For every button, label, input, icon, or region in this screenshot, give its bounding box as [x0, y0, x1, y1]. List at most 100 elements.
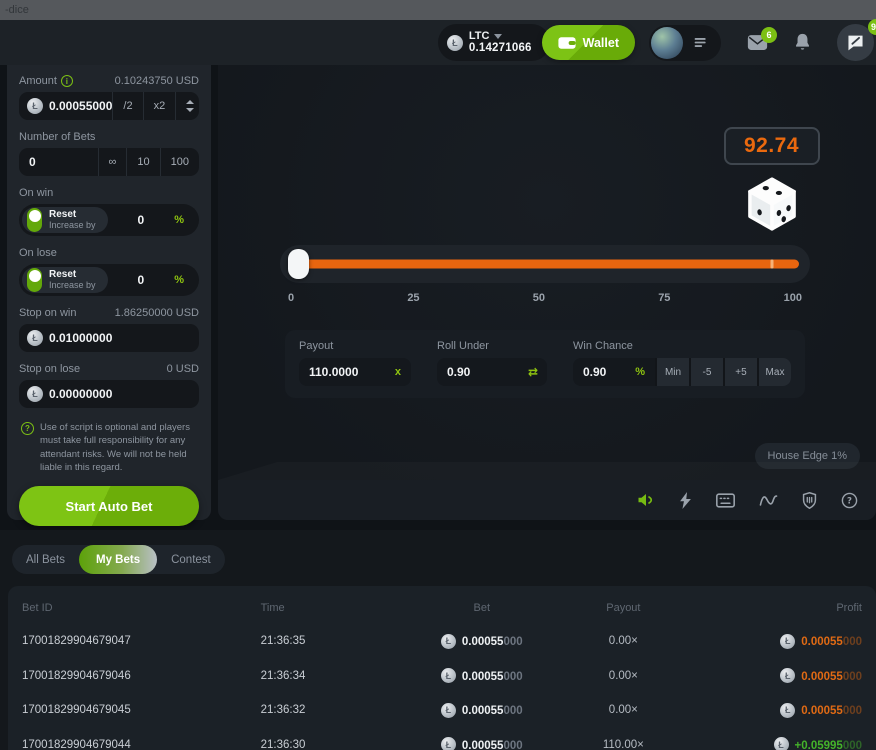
amount-stepper[interactable]: [175, 92, 204, 120]
live-stats-button[interactable]: [759, 493, 778, 508]
stop-lose-value: 0.00000000: [49, 387, 199, 401]
lightning-icon: [679, 492, 692, 509]
currency-selector[interactable]: LTC 0.14271066: [438, 24, 550, 61]
dice-wrap: [744, 175, 800, 238]
ltc-coin-icon: [780, 634, 795, 649]
amount-input[interactable]: 0.00055000 /2 x2: [19, 92, 199, 120]
dice-game-panel: 92.74: [218, 65, 876, 520]
sound-toggle-button[interactable]: [637, 492, 655, 508]
double-amount-button[interactable]: x2: [143, 92, 176, 120]
on-win-value[interactable]: 0: [108, 213, 175, 227]
tab-all-bets[interactable]: All Bets: [12, 545, 79, 574]
stop-on-win-field: Stop on win 1.86250000 USD 0.01000000: [19, 307, 199, 352]
toolbar-shade: [218, 462, 876, 480]
tick-100: 100: [784, 292, 802, 304]
win-chance-value-area[interactable]: 0.90 %: [573, 358, 655, 386]
chance-plus5-button[interactable]: +5: [723, 358, 757, 386]
stop-on-win-input[interactable]: 0.01000000: [19, 324, 199, 352]
on-lose-field: On lose Reset Increase by 0 %: [19, 247, 199, 296]
toggle-icon: [27, 268, 42, 292]
col-bet-id: Bet ID: [22, 602, 261, 614]
ltc-coin-icon: [780, 703, 795, 718]
swap-over-under-icon[interactable]: ⇄: [528, 365, 547, 379]
step-up-icon: [186, 100, 194, 104]
window-titlebar: -dice: [0, 0, 876, 20]
wallet-balance: 0.14271066: [469, 42, 532, 55]
ten-bets-button[interactable]: 10: [126, 148, 159, 176]
roll-under-input[interactable]: 0.90 ⇄: [437, 358, 547, 386]
infinity-bets-button[interactable]: ∞: [98, 148, 127, 176]
ltc-coin-icon: [27, 98, 43, 114]
payout-multiplier-suffix: x: [395, 366, 411, 378]
chance-max-button[interactable]: Max: [757, 358, 791, 386]
list-icon: [692, 34, 709, 51]
ltc-coin-icon: [441, 737, 456, 750]
on-win-percent: %: [174, 214, 184, 226]
slider-ticks: 0 25 50 75 100: [280, 292, 810, 304]
on-win-mode-toggle[interactable]: Reset Increase by: [22, 207, 108, 233]
ltc-coin-icon: [441, 634, 456, 649]
tick-75: 75: [658, 292, 670, 304]
bet-profit: 0.00055000: [703, 632, 862, 650]
table-row[interactable]: 17001829904679047 21:36:35 0.00055000 0.…: [8, 624, 876, 659]
messages-button[interactable]: 6: [747, 34, 768, 51]
chat-button[interactable]: 99: [837, 24, 874, 61]
table-row[interactable]: 17001829904679045 21:36:32 0.00055000 0.…: [8, 693, 876, 728]
amount-value: 0.00055000: [49, 99, 112, 113]
svg-text:?: ?: [847, 496, 852, 506]
avatar[interactable]: [651, 27, 683, 59]
number-of-bets-input[interactable]: 0 ∞ 10 100: [19, 148, 199, 176]
amount-label-row: Amount: [19, 75, 73, 87]
trends-wave-icon: [759, 493, 778, 508]
table-row[interactable]: 17001829904679044 21:36:30 0.00055000 11…: [8, 728, 876, 750]
turbo-bet-button[interactable]: [679, 492, 692, 509]
bell-icon: [794, 33, 811, 52]
amount-field: Amount 0.10243750 USD 0.00055000 /2 x2: [19, 75, 199, 120]
help-icon: ?: [841, 492, 858, 509]
on-lose-percent: %: [174, 274, 184, 286]
ltc-coin-icon: [780, 668, 795, 683]
roll-slider-track[interactable]: [280, 245, 810, 283]
currency-info: LTC 0.14271066: [469, 30, 532, 55]
wallet-icon: [558, 36, 576, 50]
bet-time: 21:36:35: [261, 635, 420, 647]
info-icon[interactable]: [61, 75, 73, 87]
tab-contest[interactable]: Contest: [157, 545, 225, 574]
start-auto-bet-button[interactable]: Start Auto Bet: [19, 486, 199, 526]
on-lose-value[interactable]: 0: [108, 273, 175, 287]
chance-min-button[interactable]: Min: [655, 358, 689, 386]
on-lose-label: On lose: [19, 247, 57, 259]
table-row[interactable]: 17001829904679046 21:36:34 0.00055000 0.…: [8, 659, 876, 694]
bet-list-button[interactable]: [692, 34, 709, 51]
half-amount-button[interactable]: /2: [112, 92, 142, 120]
payout-label: Payout: [299, 340, 411, 352]
slider-area: 92.74: [280, 245, 810, 304]
on-lose-mode-toggle[interactable]: Reset Increase by: [22, 267, 108, 293]
chance-minus5-button[interactable]: -5: [689, 358, 723, 386]
bet-profit: +0.05995000: [703, 736, 862, 750]
bet-time: 21:36:34: [261, 670, 420, 682]
increase-by-label: Increase by: [49, 281, 96, 290]
reset-label: Reset: [49, 210, 96, 221]
col-bet: Bet: [420, 602, 544, 614]
notifications-button[interactable]: [794, 33, 811, 52]
payout-input[interactable]: 110.0000 x: [299, 358, 411, 386]
ltc-coin-icon: [447, 35, 463, 51]
stop-win-usd: 1.86250000 USD: [115, 307, 199, 319]
stop-lose-label: Stop on lose: [19, 363, 80, 375]
toggle-icon: [27, 208, 42, 232]
bet-id: 17001829904679045: [22, 704, 261, 716]
wallet-button[interactable]: Wallet: [542, 25, 635, 60]
stop-on-lose-input[interactable]: 0.00000000: [19, 380, 199, 408]
hotkeys-button[interactable]: [716, 493, 735, 508]
hundred-bets-button[interactable]: 100: [160, 148, 199, 176]
slider-handle[interactable]: [288, 249, 309, 279]
chat-badge: 99: [868, 19, 876, 35]
tab-my-bets[interactable]: My Bets: [79, 545, 157, 574]
slider-fill-bar: [304, 260, 799, 269]
roll-under-value: 0.90: [437, 365, 528, 379]
help-button[interactable]: ?: [841, 492, 858, 509]
chevron-down-icon: [494, 34, 502, 39]
ltc-coin-icon: [774, 737, 789, 750]
fairness-button[interactable]: [802, 492, 817, 509]
